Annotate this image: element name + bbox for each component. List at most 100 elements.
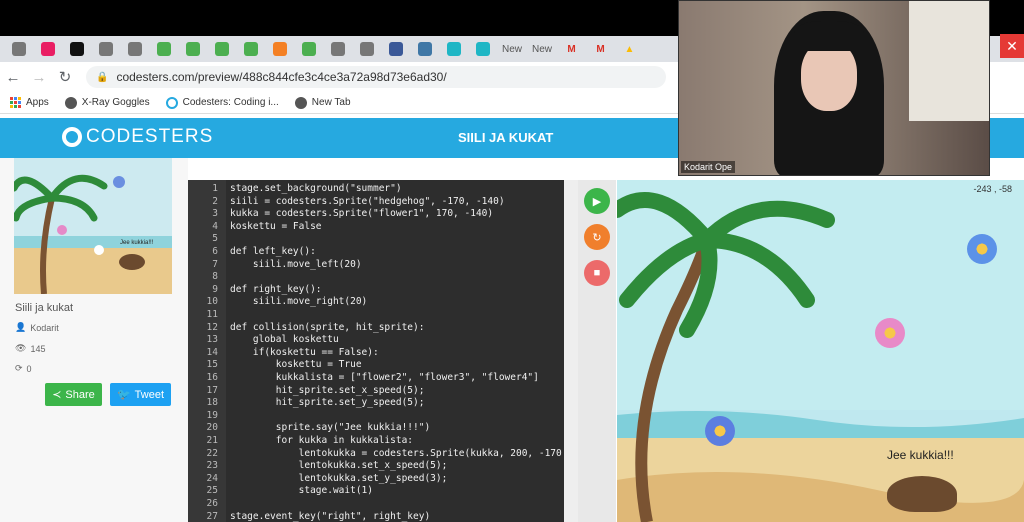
code-line[interactable]: global koskettu [230,334,339,345]
code-line[interactable]: koskettu = False [230,221,322,232]
flower-blue-small-icon[interactable] [705,416,735,446]
bookmark-codesters[interactable]: Codesters: Coding i... [165,96,279,109]
line-number: 23 [206,460,218,472]
user-icon: 👤 [15,322,27,332]
code-line[interactable]: hit_sprite.set_x_speed(5); [230,385,425,396]
flower-blue-icon[interactable] [967,234,997,264]
lock-icon: 🔒 [96,71,109,83]
browser-tab[interactable]: New [499,38,525,60]
stop-button[interactable]: ■ [584,260,610,286]
reload-icon[interactable]: ↻ [52,68,78,86]
bookmark-apps[interactable]: Apps [10,97,49,108]
browser-tab[interactable] [238,38,263,60]
bookmark-label: X-Ray Goggles [81,97,150,108]
reset-button[interactable]: ↻ [584,224,610,250]
drive-icon: ▲ [624,43,635,55]
code-line[interactable]: stage.wait(1) [230,485,373,496]
line-number: 3 [212,208,218,220]
project-author: 👤 Kodarit [15,322,59,333]
code-editor[interactable]: 1 stage.set_background("summer") 2 siili = … [188,180,564,522]
project-title: Siili ja kukat [15,302,74,314]
code-line[interactable]: def collision(sprite, hit_sprite): [230,322,424,333]
tweet-button[interactable]: 🐦 Tweet [110,383,171,406]
browser-tab[interactable] [267,38,292,60]
codesters-icon [165,96,178,109]
codesters-logo[interactable]: CODESTERS [62,126,213,148]
code-line[interactable]: sprite.say("Jee kukkia!!!") [230,422,430,433]
circle-icon [69,42,84,56]
apps-grid-icon [10,97,21,108]
remix-count: 0 [26,363,32,374]
bookmark-label: Codesters: Coding i... [182,97,279,108]
run-button[interactable]: ▶ [584,188,610,214]
close-icon[interactable]: ✕ [1000,34,1024,58]
code-line[interactable]: kukkalista = ["flower2", "flower3", "flo… [230,372,539,383]
browser-tab[interactable] [64,38,89,60]
forward-icon[interactable]: → [26,69,52,86]
tab-label: New [531,43,552,55]
code-line[interactable]: siili.move_left(20) [230,259,362,270]
browser-tab[interactable] [470,38,495,60]
code-line[interactable]: for kukka in kukkalista: [230,435,413,446]
browser-tab[interactable]: ▲ [617,38,642,60]
code-line[interactable]: stage.set_background("summer") [230,183,402,194]
browser-tab[interactable] [93,38,118,60]
bookmark-label: New Tab [311,97,351,108]
browser-tab[interactable] [35,38,60,60]
hedgehog-sprite[interactable] [887,476,957,512]
code-line[interactable]: def right_key(): [230,284,322,295]
code-line[interactable]: siili.move_right(20) [230,296,367,307]
editor-divider[interactable] [564,180,578,522]
share-label: Share [65,388,95,401]
line-number: 9 [212,283,218,295]
code-line[interactable]: siili = codesters.Sprite("hedgehog", -17… [230,196,505,207]
globe-icon [64,96,77,109]
line-number: 20 [206,422,218,434]
code-line[interactable]: hit_sprite.set_y_speed(5); [230,397,425,408]
code-line[interactable]: lentokukka.set_x_speed(5); [230,460,448,471]
browser-tab[interactable] [383,38,408,60]
code-line[interactable]: if(koskettu == False): [230,347,379,358]
browser-tab[interactable]: New [529,38,555,60]
url-field[interactable]: 🔒 codesters.com/preview/488c844cfe3c4ce3… [86,66,666,88]
project-sidebar: Jee kukkia!!! Siili ja kukat 👤 Kodarit 👁… [0,158,188,522]
code-line[interactable]: kukka = codesters.Sprite("flower1", 170,… [230,208,493,219]
back-icon[interactable]: ← [0,69,26,86]
line-number: 17 [206,384,218,396]
browser-tab[interactable] [122,38,147,60]
browser-tab[interactable] [180,38,205,60]
project-thumbnail[interactable]: Jee kukkia!!! [14,158,172,294]
code-line[interactable]: stage.event_key("right", right_key) [230,511,430,522]
w3-icon [301,42,316,56]
me-icon [475,42,490,56]
browser-tab[interactable] [354,38,379,60]
w3-icon [243,42,258,56]
bookmark-xray-goggles[interactable]: X-Ray Goggles [64,96,150,109]
code-line[interactable]: lentokukka.set_y_speed(3); [230,473,448,484]
project-header-title: SIILI JA KUKAT [458,130,554,145]
browser-tab[interactable] [6,38,31,60]
browser-tab[interactable] [151,38,176,60]
code-line[interactable]: def left_key(): [230,246,316,257]
flower-pink-icon[interactable] [875,318,905,348]
code-line[interactable]: lentokukka = codesters.Sprite(kukka, 200… [230,448,562,459]
browser-tab[interactable] [441,38,466,60]
line-number: 14 [206,346,218,358]
code-line[interactable]: koskettu = True [230,359,362,370]
bookmark-label: Apps [26,97,49,108]
author-name[interactable]: Kodarit [30,323,59,333]
bookmark-new-tab[interactable]: New Tab [294,96,351,109]
browser-tab[interactable] [209,38,234,60]
globe-icon [127,42,142,56]
browser-tab[interactable] [412,38,437,60]
browser-tab[interactable]: M [588,38,613,60]
run-controls: ▶ ↻ ■ [578,180,616,522]
share-button[interactable]: ≺ Share [45,383,102,406]
gmail-icon: M [596,43,605,55]
browser-tab[interactable]: M [559,38,584,60]
line-number: 12 [206,321,218,333]
browser-tab[interactable] [325,38,350,60]
project-remixes: ⟳ 0 [15,363,32,374]
program-stage[interactable]: -243 , -58 Jee kukkia!!! [617,180,1024,522]
browser-tab[interactable] [296,38,321,60]
